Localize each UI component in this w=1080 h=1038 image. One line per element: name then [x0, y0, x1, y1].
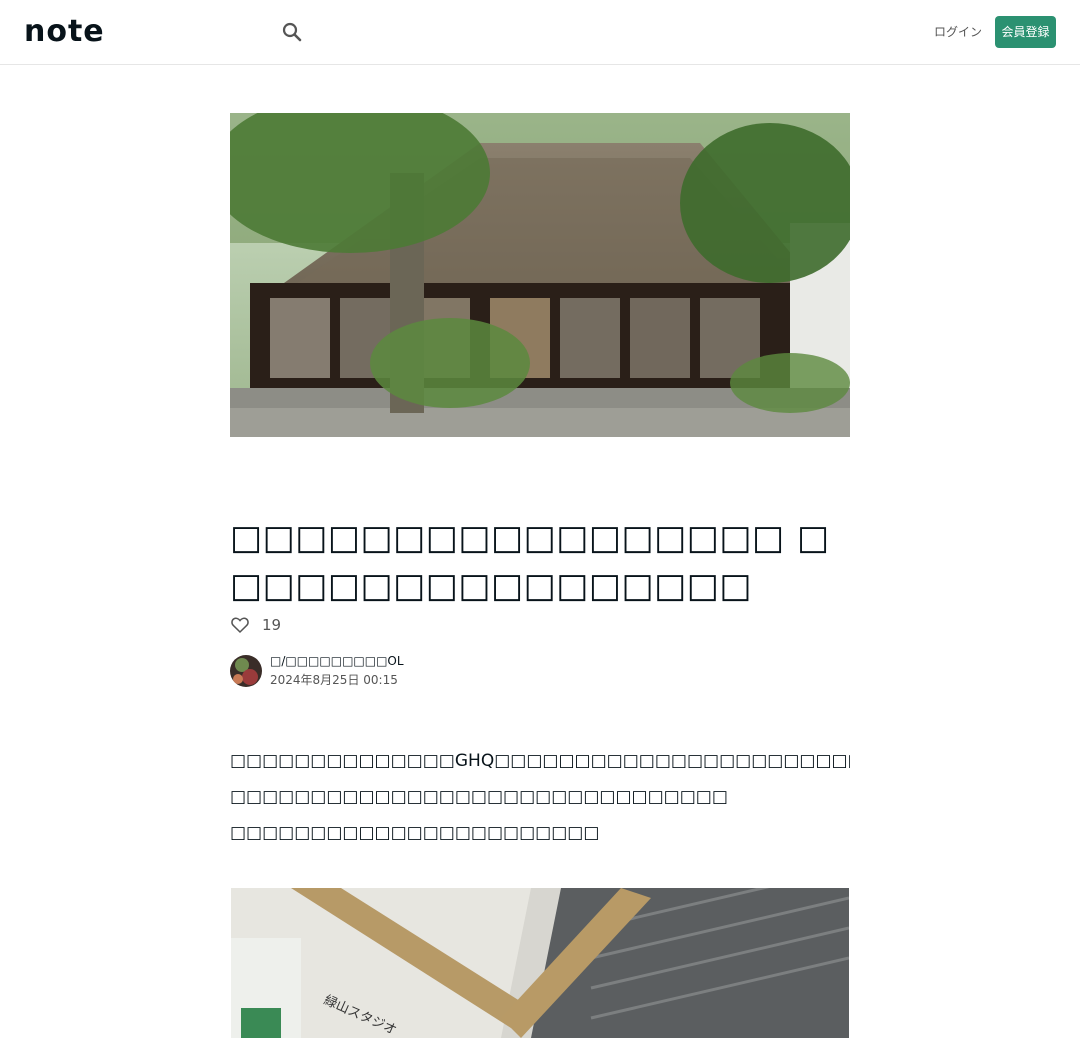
article-body: □□□□□□□□□□□□□□GHQ□□□□□□□□□□□□□□□□□□□□□□ □… — [230, 743, 850, 851]
body-paragraph: □□□□□□□□□□□□□□□□□□□□□□□□□□□□□□□ — [230, 787, 728, 807]
body-paragraph: □□□□□□□□□□□□□□□□□□□□□□□ — [230, 823, 600, 843]
hero-image — [230, 113, 850, 437]
heart-icon[interactable] — [230, 615, 250, 635]
author-avatar[interactable] — [230, 655, 262, 687]
like-area: 19 — [230, 614, 281, 636]
article-title: □□□□□□□□□□□□□□□□□ □□□□□□□□□□□□□□□□□ — [230, 518, 830, 606]
body-paragraph: □□□□□□□□□□□□□□GHQ□□□□□□□□□□□□□□□□□□□□□□□… — [230, 751, 850, 771]
note-logo[interactable]: note — [24, 14, 105, 49]
author-name[interactable]: □/□□□□□□□□□OL — [270, 654, 404, 668]
search-icon[interactable] — [280, 20, 304, 44]
logo-text: note — [24, 14, 105, 49]
post-date: 2024年8月25日 00:15 — [270, 673, 398, 687]
site-header: note ログイン 会員登録 — [0, 0, 1080, 65]
author-info: □/□□□□□□□□□OL 2024年8月25日 00:15 — [230, 654, 404, 688]
like-count: 19 — [262, 616, 282, 634]
article-photo: 緑山スタジオ — [231, 888, 849, 1038]
login-link[interactable]: ログイン — [922, 16, 994, 48]
signup-button[interactable]: 会員登録 — [995, 16, 1056, 48]
author-meta: □/□□□□□□□□□OL 2024年8月25日 00:15 — [270, 654, 404, 688]
